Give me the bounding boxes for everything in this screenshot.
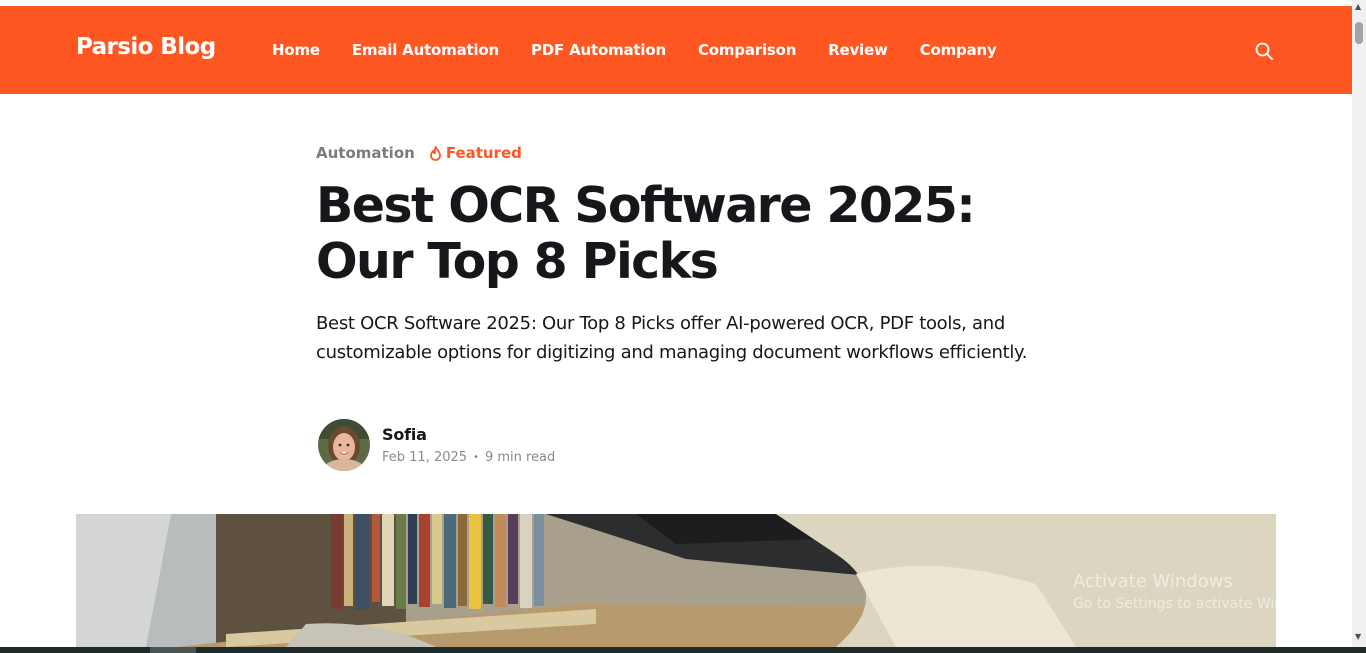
nav-review[interactable]: Review	[828, 41, 888, 59]
scroll-down-arrow-icon[interactable]: ▼	[1355, 632, 1361, 641]
nav-company[interactable]: Company	[920, 41, 997, 59]
browser-page: Parsio Blog Home Email Automation PDF Au…	[0, 0, 1366, 653]
flame-icon	[429, 145, 441, 161]
featured-label: Featured	[445, 144, 522, 162]
taskbar	[0, 647, 1366, 653]
post-tag[interactable]: Automation	[316, 144, 415, 162]
watermark-title: Activate Windows	[1073, 571, 1233, 592]
taskbar-active-item[interactable]	[150, 647, 196, 653]
byline-separator: •	[473, 452, 479, 463]
vertical-scrollbar[interactable]: ▲ ▼	[1352, 0, 1366, 647]
article-excerpt: Best OCR Software 2025: Our Top 8 Picks …	[316, 313, 1028, 363]
post-byline: Feb 11, 2025 • 9 min read	[382, 450, 555, 465]
author-avatar[interactable]	[318, 419, 370, 471]
search-icon[interactable]	[1254, 41, 1274, 61]
nav-home[interactable]: Home	[272, 41, 320, 59]
main-nav: Home Email Automation PDF Automation Com…	[272, 41, 997, 59]
read-time: 9 min read	[484, 450, 556, 465]
site-logo[interactable]: Parsio Blog	[76, 34, 216, 60]
article-title-line-1: Best OCR Software 2025:	[316, 177, 976, 234]
scroll-up-arrow-icon[interactable]: ▲	[1355, 2, 1361, 11]
post-date: Feb 11, 2025	[382, 450, 468, 465]
nav-email-automation[interactable]: Email Automation	[352, 41, 499, 59]
nav-pdf-automation[interactable]: PDF Automation	[531, 41, 666, 59]
windows-activation-watermark: Activate Windows Go to Settings to activ…	[1073, 571, 1324, 612]
scroll-thumb[interactable]	[1355, 22, 1363, 44]
featured-badge: Featured	[429, 144, 522, 162]
article-title-line-2: Our Top 8 Picks	[316, 233, 719, 290]
post-meta: Automation Featured	[316, 144, 522, 162]
watermark-subtitle: Go to Settings to activate Windows.	[1073, 596, 1324, 612]
author-name[interactable]: Sofia	[382, 425, 555, 444]
site-header: Parsio Blog Home Email Automation PDF Au…	[0, 6, 1352, 94]
article-title: Best OCR Software 2025: Our Top 8 Picks	[316, 178, 1056, 290]
nav-comparison[interactable]: Comparison	[698, 41, 796, 59]
author-info: Sofia Feb 11, 2025 • 9 min read	[382, 425, 555, 465]
author-card: Sofia Feb 11, 2025 • 9 min read	[318, 419, 555, 471]
